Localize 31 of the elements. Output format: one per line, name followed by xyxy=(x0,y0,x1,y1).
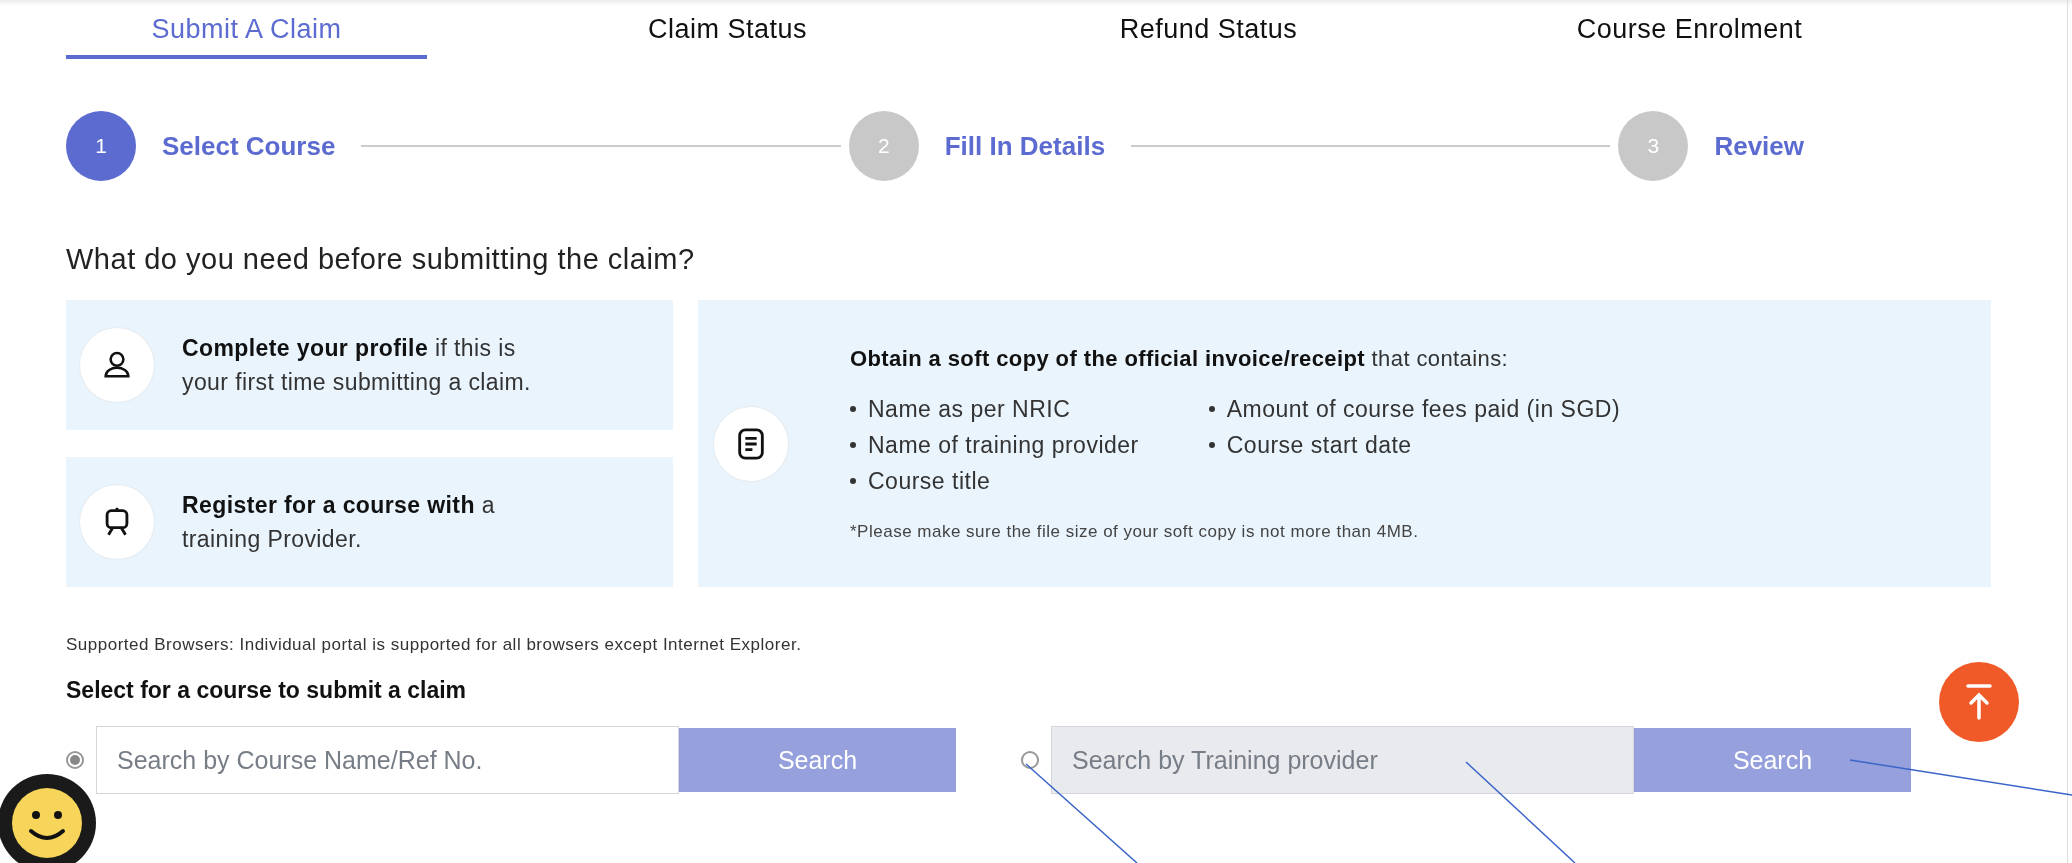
list-item: Course title xyxy=(868,466,991,496)
list-item: Course start date xyxy=(1226,430,1412,460)
tab[interactable]: Course Enrolment xyxy=(1509,13,1870,59)
bullet-dot xyxy=(850,477,856,484)
tab[interactable]: Refund Status xyxy=(1028,13,1389,59)
arrow-up-icon xyxy=(1964,683,1994,721)
step-label: Review xyxy=(1714,130,1804,162)
radio-button[interactable] xyxy=(66,751,84,769)
chat-button[interactable] xyxy=(0,774,96,863)
tab[interactable]: Submit A Claim xyxy=(66,13,427,59)
list-item: Name as per NRIC xyxy=(868,394,1071,424)
tab[interactable]: Claim Status xyxy=(547,13,908,59)
smiley-icon xyxy=(11,787,83,859)
invoice-intro: Obtain a soft copy of the official invoice/receipt that contains: xyxy=(850,345,1510,372)
browser-note: Supported Browsers: Individual portal is supported for all browsers except Internet Explorer. xyxy=(66,635,802,655)
file-size-note: *Please make sure the file size of your soft copy is not more than 4MB. xyxy=(850,521,1420,542)
section-heading: What do you need before submitting the claim? xyxy=(66,243,696,276)
bullet-dot xyxy=(1208,441,1215,448)
search-title: Select for a course to submit a claim xyxy=(66,677,467,704)
requirement-text: Register for a course with a training Provider. xyxy=(182,491,496,554)
list-item: Amount of course fees paid (in SGD) xyxy=(1226,394,1621,424)
search-field[interactable]: Search by Course Name/Ref No. xyxy=(96,726,679,794)
bullet-dot xyxy=(850,405,856,412)
bullet-dot xyxy=(1208,405,1215,412)
step-number: 1 xyxy=(66,111,136,181)
requirement-text: Complete your profile if this is your first time submitting a claim. xyxy=(182,334,532,397)
step-label: Select Course xyxy=(162,130,336,162)
bullet-dot xyxy=(850,441,856,448)
list-item: Name of training provider xyxy=(868,430,1139,460)
document-icon xyxy=(736,426,766,461)
step-label: Fill In Details xyxy=(944,130,1106,162)
